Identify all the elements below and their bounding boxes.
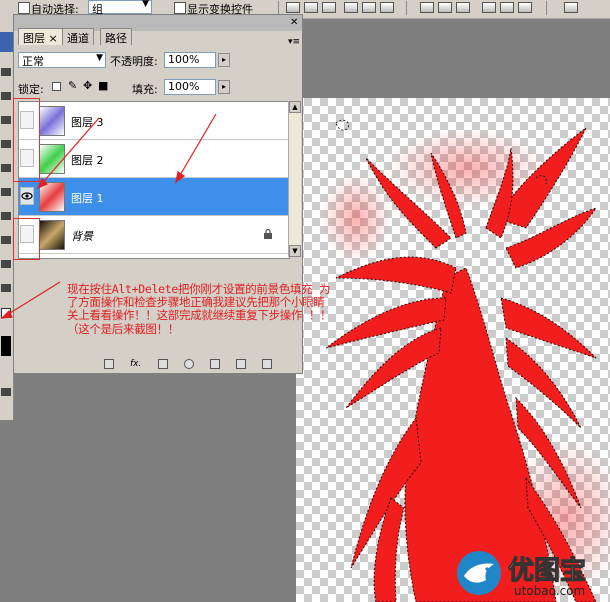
show-transform-checkbox[interactable] <box>174 2 186 14</box>
quick-mask-icon[interactable] <box>1 388 11 396</box>
layer-thumbnail <box>39 182 65 212</box>
fx-icon[interactable]: fx. <box>130 359 141 369</box>
layer-row-2[interactable]: 图层 2 <box>19 140 289 178</box>
annotation-box-hidden-eyes <box>13 98 40 182</box>
link-icon[interactable] <box>104 359 114 369</box>
auto-select-checkbox[interactable] <box>18 2 30 14</box>
lock-icon <box>264 229 272 239</box>
layer-row-1[interactable]: 图层 1 <box>19 178 289 216</box>
lock-position-icon[interactable]: ✥ <box>83 79 92 92</box>
layer-thumbnail <box>39 220 65 250</box>
distribute-hcenter-icon[interactable] <box>500 2 514 13</box>
eye-icon[interactable] <box>20 187 34 205</box>
fill-input[interactable]: 100% <box>164 79 216 95</box>
layer-name: 图层 3 <box>71 116 104 129</box>
pen-tool-icon[interactable] <box>1 284 11 292</box>
eraser-tool-icon[interactable] <box>1 236 11 244</box>
align-vcenter-icon[interactable] <box>304 2 318 13</box>
layers-scrollbar[interactable]: ▲ ▼ <box>288 101 301 257</box>
wand-tool-icon[interactable] <box>1 140 11 148</box>
panel-menu-icon[interactable]: ▾≡ <box>288 37 300 47</box>
tools-panel <box>0 18 14 420</box>
distribute-bottom-icon[interactable] <box>456 2 470 13</box>
red-phoenix-artwork <box>321 119 610 602</box>
layer-name: 图层 2 <box>71 154 104 167</box>
watermark-brand: 优图宝 <box>507 556 587 587</box>
tab-paths[interactable]: 路径 <box>100 28 132 45</box>
bird-logo-icon <box>457 551 501 595</box>
lasso-tool-icon[interactable] <box>1 116 11 124</box>
annotation-note: 现在按住Alt+Delete把你刚才设置的前景色填充 为了方面操作和检查步骤地正… <box>67 282 332 336</box>
fill-label: 填充: <box>132 83 158 96</box>
align-top-icon[interactable] <box>286 2 300 13</box>
lock-all-icon[interactable]: ■ <box>98 79 108 92</box>
align-right-icon[interactable] <box>380 2 394 13</box>
adjustment-icon[interactable] <box>184 359 194 369</box>
mask-icon[interactable] <box>158 359 168 369</box>
opacity-slider-button[interactable]: ▸ <box>218 53 230 67</box>
chevron-down-icon: ▼ <box>142 0 149 9</box>
lock-label: 锁定: <box>18 83 44 96</box>
watermark-url: utobao.com <box>514 584 586 598</box>
distribute-vcenter-icon[interactable] <box>438 2 452 13</box>
layer-thumbnail <box>39 144 65 174</box>
new-layer-icon[interactable] <box>236 359 246 369</box>
chevron-down-icon: ▼ <box>96 53 103 63</box>
tab-channels[interactable]: 通道 <box>62 28 94 45</box>
distribute-top-icon[interactable] <box>420 2 434 13</box>
layer-row-background[interactable]: 背景 <box>19 216 289 254</box>
move-tool-icon[interactable] <box>1 68 11 76</box>
align-bottom-icon[interactable] <box>322 2 336 13</box>
tab-close-icon[interactable]: × <box>49 32 58 45</box>
trash-icon[interactable] <box>262 359 272 369</box>
auto-align-icon[interactable] <box>564 2 578 13</box>
panel-bottom-bar: fx. <box>18 359 288 371</box>
fill-slider-button[interactable]: ▸ <box>218 80 230 94</box>
align-left-icon[interactable] <box>344 2 358 13</box>
layer-thumbnail <box>39 106 65 136</box>
align-hcenter-icon[interactable] <box>362 2 376 13</box>
gradient-tool-icon[interactable] <box>1 260 11 268</box>
auto-select-dropdown[interactable]: 组 ▼ <box>88 0 152 16</box>
blend-mode-select[interactable]: 正常 ▼ <box>18 52 106 68</box>
lock-paint-icon[interactable]: ✎ <box>68 79 77 92</box>
layer-row-3[interactable]: 图层 3 <box>19 102 289 140</box>
layers-list: 图层 3 图层 2 图层 1 背景 <box>18 101 290 259</box>
scroll-up-icon[interactable]: ▲ <box>289 101 301 113</box>
close-icon[interactable]: ✕ <box>290 17 298 28</box>
scroll-down-icon[interactable]: ▼ <box>289 245 301 257</box>
crop-tool-icon[interactable] <box>1 164 11 172</box>
distribute-left-icon[interactable] <box>482 2 496 13</box>
foreground-color-swatch[interactable] <box>1 336 11 356</box>
marquee-tool-icon[interactable] <box>1 92 11 100</box>
lock-transparent-icon[interactable] <box>52 82 61 91</box>
opacity-label: 不透明度: <box>110 55 158 68</box>
opacity-input[interactable]: 100% <box>164 52 216 68</box>
distribute-right-icon[interactable] <box>518 2 532 13</box>
stamp-tool-icon[interactable] <box>1 212 11 220</box>
layer-name: 图层 1 <box>71 192 104 205</box>
tab-layers[interactable]: 图层 × <box>18 28 63 45</box>
canvas[interactable] <box>296 98 610 602</box>
tools-header <box>0 32 13 52</box>
background-color-swatch[interactable] <box>1 308 11 318</box>
watermark: 优图宝 utobao.com <box>456 548 610 602</box>
annotation-box-background-eye <box>13 218 40 260</box>
layer-name: 背景 <box>71 230 93 243</box>
brush-tool-icon[interactable] <box>1 188 11 196</box>
group-icon[interactable] <box>210 359 220 369</box>
